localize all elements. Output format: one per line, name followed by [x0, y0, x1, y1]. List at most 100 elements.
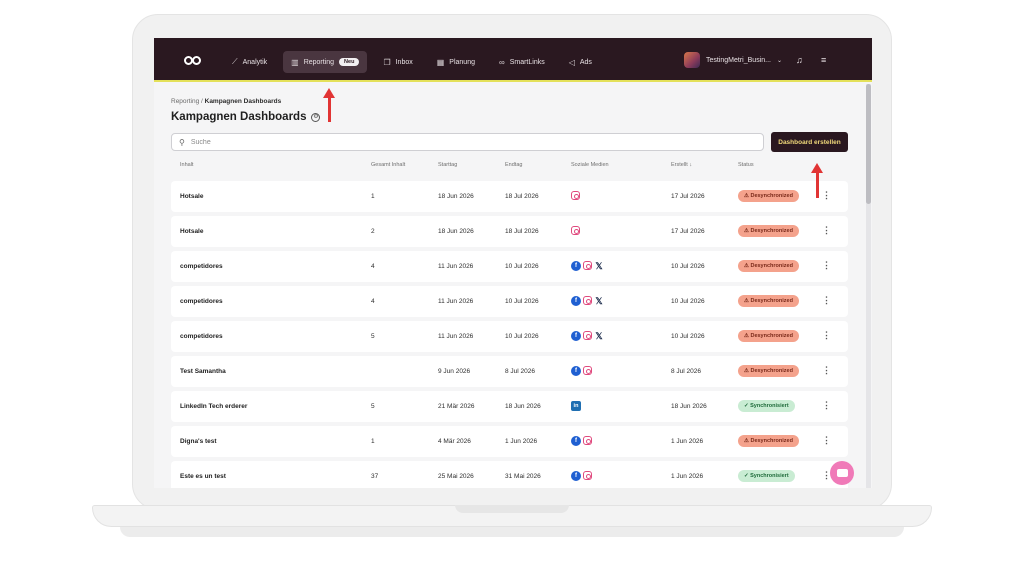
status-badge: ⚠ Desynchronized — [738, 260, 799, 272]
row-total: 1 — [371, 438, 375, 445]
row-created-date: 1 Jun 2026 — [671, 473, 704, 480]
row-total: 5 — [371, 333, 375, 340]
table-row[interactable]: competidores 4 11 Jun 2026 10 Jul 2026 f 𝕏 10 … — [171, 286, 848, 317]
table-row[interactable]: competidores 5 11 Jun 2026 10 Jul 2026 f 𝕏 10 … — [171, 321, 848, 352]
search-input[interactable] — [190, 138, 731, 146]
status-badge: ✓ Synchronisiert — [738, 400, 795, 412]
avatar — [684, 52, 700, 68]
top-navigation-bar: ⟋ Analytik ▥ Reporting Neu ❐ Inbox ▦ Pla… — [154, 38, 872, 82]
row-start-date: 11 Jun 2026 — [438, 263, 474, 270]
scrollbar-thumb[interactable] — [866, 84, 871, 204]
table-row[interactable]: LinkedIn Tech erderer 5 21 Mär 2026 18 Jun … — [171, 391, 848, 422]
nav-item-label: Reporting — [303, 58, 335, 66]
chart-line-icon: ⟋ — [232, 57, 238, 66]
row-name[interactable]: competidores — [180, 263, 223, 270]
table-row[interactable]: Digna's test 1 4 Mär 2026 1 Jun 2026 f 1 Jun … — [171, 426, 848, 457]
x-icon: 𝕏 — [595, 261, 603, 271]
laptop-mockup: ⟋ Analytik ▥ Reporting Neu ❐ Inbox ▦ Pla… — [0, 0, 1024, 576]
row-name[interactable]: competidores — [180, 298, 223, 305]
nav-item-analytik[interactable]: ⟋ Analytik — [224, 51, 275, 73]
col-header-endtag[interactable]: Endtag — [505, 162, 522, 168]
table-row[interactable]: Hotsale 2 18 Jun 2026 18 Jul 2026 17 Jul 202… — [171, 216, 848, 247]
row-more-options-icon[interactable]: ⋮ — [822, 330, 831, 340]
col-header-status[interactable]: Status — [738, 162, 754, 168]
status-label: Desynchronized — [750, 193, 793, 199]
row-start-date: 4 Mär 2026 — [438, 438, 471, 445]
sort-arrow-icon: ↓ — [689, 162, 693, 168]
facebook-icon: f — [571, 331, 581, 341]
row-name[interactable]: Hotsale — [180, 193, 203, 200]
laptop-notch — [455, 505, 569, 513]
status-label: Desynchronized — [750, 368, 793, 374]
row-name[interactable]: Hotsale — [180, 228, 203, 235]
status-label: Desynchronized — [750, 438, 793, 444]
row-name[interactable]: LinkedIn Tech erderer — [180, 403, 247, 410]
nav-item-inbox[interactable]: ❐ Inbox — [375, 51, 420, 73]
breadcrumb-root[interactable]: Reporting — [171, 98, 199, 105]
row-more-options-icon[interactable]: ⋮ — [822, 400, 831, 410]
row-created-date: 18 Jun 2026 — [671, 403, 707, 410]
nav-item-label: Inbox — [395, 58, 413, 66]
bell-icon[interactable]: ♫ — [796, 56, 803, 65]
nav-item-smartlinks[interactable]: ∞ SmartLinks — [491, 51, 553, 73]
row-end-date: 18 Jul 2026 — [505, 228, 539, 235]
search-box[interactable]: ⚲ — [171, 133, 764, 151]
brand-logo-icon[interactable] — [184, 56, 202, 65]
table-row[interactable]: competidores 4 11 Jun 2026 10 Jul 2026 f 𝕏 10 … — [171, 251, 848, 282]
table-row[interactable]: Este es un test 37 25 Mai 2026 31 Mai 2026 f… — [171, 461, 848, 488]
facebook-icon: f — [571, 471, 581, 481]
search-icon: ⚲ — [179, 137, 185, 147]
nav-item-label: SmartLinks — [509, 58, 545, 66]
row-social-media: f — [571, 366, 592, 376]
row-total: 4 — [371, 263, 375, 270]
settings-icon[interactable]: ⚙ — [311, 112, 321, 122]
status-label: Desynchronized — [750, 228, 793, 234]
col-header-soziale-medien[interactable]: Soziale Medien — [571, 162, 609, 168]
menu-icon[interactable]: ≡ — [821, 56, 826, 65]
nav-item-ads[interactable]: ◁ Ads — [561, 51, 600, 73]
col-header-erstellt[interactable]: Erstellt ↓ — [671, 162, 692, 168]
row-more-options-icon[interactable]: ⋮ — [822, 365, 831, 375]
row-created-date: 8 Jul 2026 — [671, 368, 701, 375]
laptop-base-shadow — [120, 527, 904, 537]
page-title: Kampagnen Dashboards ⚙ — [171, 111, 321, 123]
col-header-starttag[interactable]: Starttag — [438, 162, 457, 168]
col-header-erstellt-label: Erstellt — [671, 162, 688, 168]
row-more-options-icon[interactable]: ⋮ — [822, 435, 831, 445]
row-more-options-icon[interactable]: ⋮ — [822, 295, 831, 305]
facebook-icon: f — [571, 261, 581, 271]
row-end-date: 1 Jun 2026 — [505, 438, 538, 445]
row-more-options-icon[interactable]: ⋮ — [822, 225, 831, 235]
chat-widget-button[interactable] — [830, 461, 854, 485]
row-name[interactable]: Test Samantha — [180, 368, 226, 375]
row-social-media: f𝕏 — [571, 331, 604, 341]
status-badge: ⚠ Desynchronized — [738, 190, 799, 202]
row-total: 5 — [371, 403, 375, 410]
table-row[interactable]: Test Samantha 9 Jun 2026 8 Jul 2026 f 8 Jul … — [171, 356, 848, 387]
col-header-gesamt-inhalt[interactable]: Gesamt Inhalt — [371, 162, 405, 168]
new-badge: Neu — [339, 58, 360, 66]
chat-icon — [836, 469, 848, 477]
row-social-media: f𝕏 — [571, 296, 604, 306]
status-badge: ⚠ Desynchronized — [738, 435, 799, 447]
row-more-options-icon[interactable]: ⋮ — [822, 190, 831, 200]
row-name[interactable]: Este es un test — [180, 473, 226, 480]
status-badge: ⚠ Desynchronized — [738, 295, 799, 307]
row-end-date: 18 Jun 2026 — [505, 403, 541, 410]
create-dashboard-button[interactable]: Dashboard erstellen — [771, 132, 848, 152]
row-social-media: f𝕏 — [571, 261, 604, 271]
row-start-date: 21 Mär 2026 — [438, 403, 475, 410]
row-total: 2 — [371, 228, 375, 235]
col-header-inhalt[interactable]: Inhalt — [180, 162, 193, 168]
account-switcher[interactable]: TestingMetri_Busin... ⌄ — [684, 52, 782, 68]
nav-item-planung[interactable]: ▦ Planung — [429, 51, 483, 73]
row-start-date: 18 Jun 2026 — [438, 193, 474, 200]
row-name[interactable]: competidores — [180, 333, 223, 340]
row-name[interactable]: Digna's test — [180, 438, 217, 445]
instagram-icon — [583, 296, 592, 305]
row-more-options-icon[interactable]: ⋮ — [822, 260, 831, 270]
status-badge: ✓ Synchronisiert — [738, 470, 795, 482]
table-row[interactable]: Hotsale 1 18 Jun 2026 18 Jul 2026 17 Jul 202… — [171, 181, 848, 212]
nav-item-reporting[interactable]: ▥ Reporting Neu — [283, 51, 368, 73]
row-start-date: 11 Jun 2026 — [438, 333, 474, 340]
